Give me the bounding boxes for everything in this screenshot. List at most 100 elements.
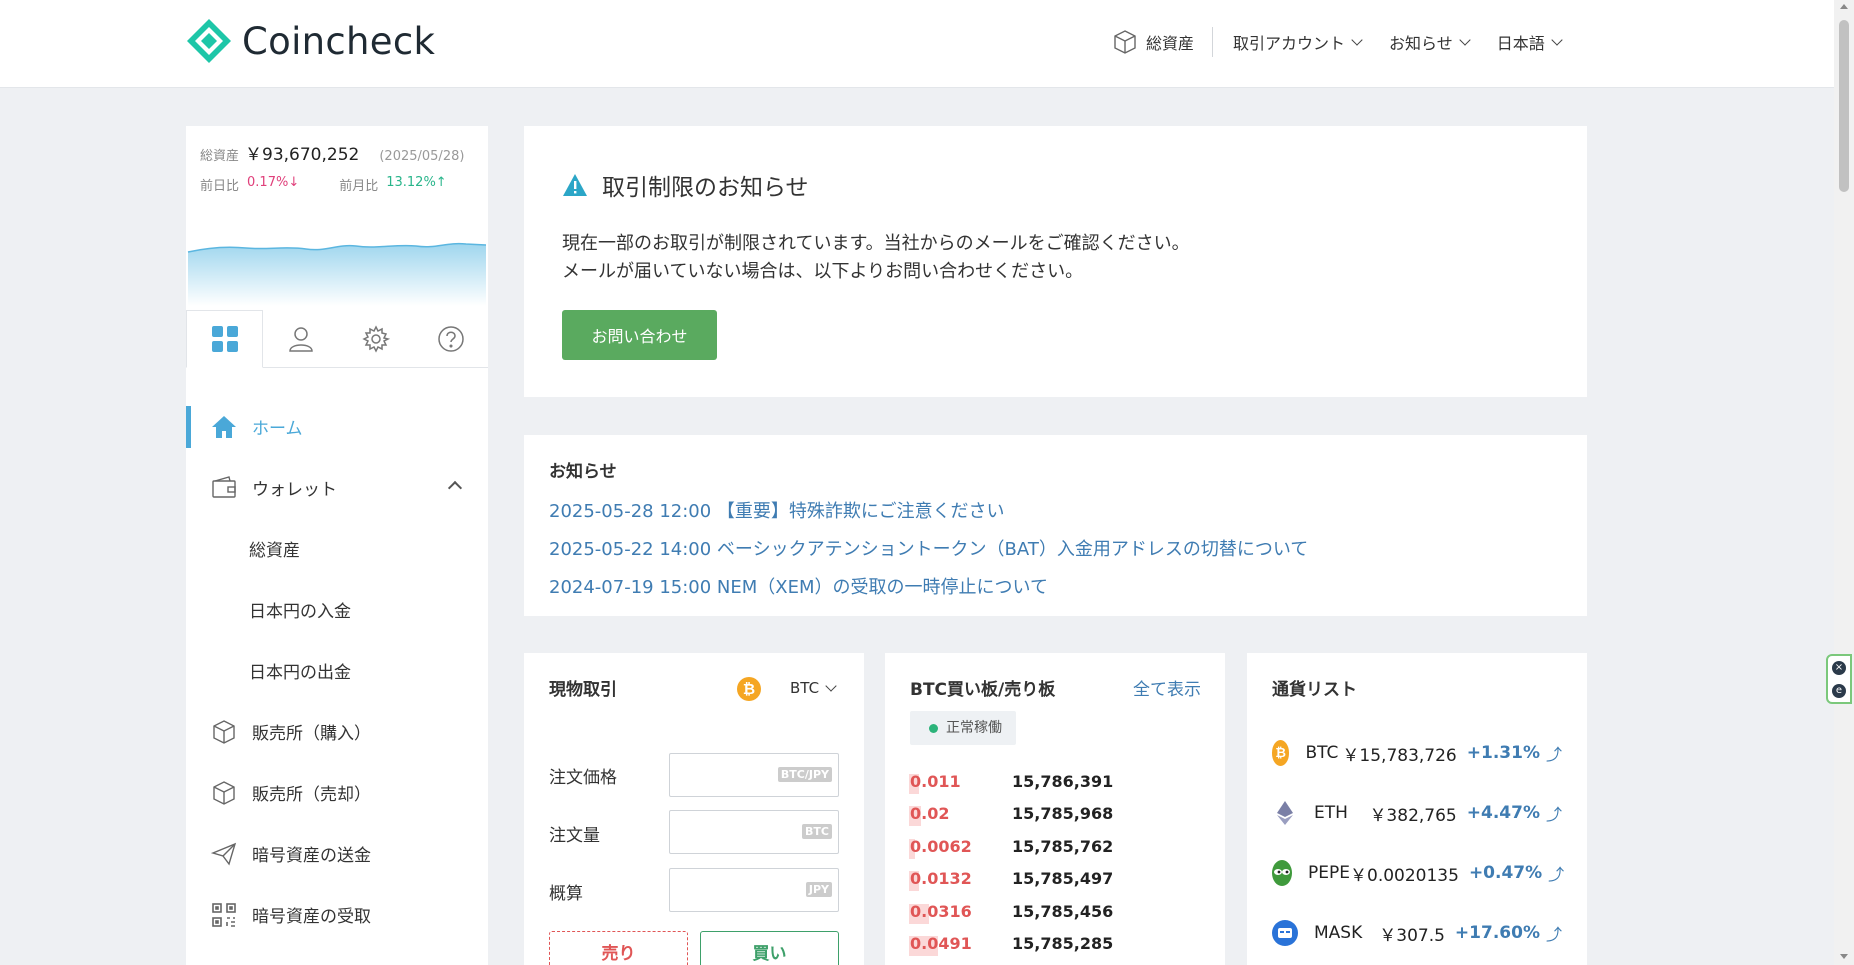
estimate-unit-tag: JPY — [805, 882, 832, 897]
nav-language[interactable]: 日本語 — [1496, 30, 1563, 54]
chevron-down-icon — [1551, 34, 1563, 46]
sell-button[interactable]: 売り — [549, 931, 688, 965]
coin-list-title: 通貨リスト — [1272, 680, 1357, 700]
top-nav: 総資産 取引アカウント お知らせ 日本語 — [1112, 24, 1563, 60]
nav-news[interactable]: お知らせ — [1389, 30, 1471, 54]
grid-icon — [211, 326, 238, 352]
sidebar-item-label: ホーム — [252, 419, 303, 439]
scroll-thumb[interactable] — [1839, 20, 1849, 192]
price-label: 注文価格 — [549, 768, 617, 788]
sidebar-item-label: 販売所（売却） — [252, 785, 371, 805]
sidebar-item-sell[interactable]: 販売所（売却） — [186, 762, 488, 823]
month-change-label: 前月比 — [339, 179, 379, 194]
coincheck-logo-icon — [187, 19, 231, 63]
sidebar-item-label: 日本円の入金 — [249, 602, 351, 622]
notice-body: 現在一部のお取引が制限されています。当社からのメールをご確認ください。 メールが… — [562, 230, 1190, 286]
buy-button[interactable]: 買い — [700, 931, 839, 965]
sidebar-item-label: 暗号資産の送金 — [252, 846, 371, 866]
coin-symbol: BTC — [1305, 743, 1339, 763]
page-scrollbar[interactable] — [1834, 0, 1854, 965]
sidebar-item-label: 暗号資産の受取 — [252, 907, 371, 927]
coin-change: +1.31% — [1466, 743, 1540, 763]
scroll-down-arrow-icon[interactable] — [1840, 954, 1848, 959]
order-qty: 0.02 — [910, 804, 950, 824]
order-price: 15,785,762 — [1012, 836, 1114, 856]
chevron-up-icon[interactable] — [447, 480, 463, 496]
sidebar-item-receive[interactable]: 暗号資産の受取 — [186, 884, 488, 945]
sidebar-item-send[interactable]: 暗号資産の送金 — [186, 823, 488, 884]
extension-icon[interactable]: e — [1832, 683, 1846, 698]
sidebar-item-home[interactable]: ホーム — [186, 396, 488, 457]
sidebar-item-wallet[interactable]: ウォレット — [186, 457, 488, 518]
sidebar: 総資産 ￥93,670,252 (2025/05/28) 前日比 0.17%↓ … — [186, 126, 488, 965]
order-book-row: 0.02 15,785,968 — [909, 798, 1113, 831]
summary-amount: ￥93,670,252 — [245, 145, 360, 165]
day-change-label: 前日比 — [200, 179, 240, 194]
coin-change: +4.47% — [1466, 803, 1540, 823]
brand-name: Coincheck — [242, 19, 436, 63]
order-qty: 0.0316 — [910, 901, 972, 921]
gear-icon — [361, 324, 390, 353]
coin-symbol: ETH — [1314, 803, 1348, 823]
amount-label: 注文量 — [549, 826, 600, 846]
brand-logo[interactable]: Coincheck — [186, 18, 435, 64]
coin-row[interactable]: ₿ BTC ￥15,783,726 +1.31% ⤴ — [1272, 723, 1562, 783]
news-item[interactable]: 2025-05-28 12:00 【重要】特殊詐欺にご注意ください — [549, 493, 1308, 531]
nav-total-assets[interactable]: 総資産 — [1112, 29, 1194, 55]
order-book-row: 0.0132 15,785,497 — [909, 863, 1113, 896]
coin-row[interactable]: ETH ￥382,765 +4.47% ⤴ — [1272, 783, 1562, 843]
month-change-value: 13.12%↑ — [386, 175, 447, 190]
order-price: 15,785,456 — [1012, 901, 1114, 921]
sidebar-tabs — [186, 310, 488, 368]
cube-icon — [210, 779, 238, 807]
order-book-row: 0.0316 15,785,456 — [909, 895, 1114, 928]
spot-trade-panel: 現物取引 ₿ BTC 注文価格 BTC/JPY 注文量 BTC 概算 JPY 売… — [524, 653, 864, 965]
sidebar-item-label: 日本円の出金 — [249, 663, 351, 683]
cube-icon — [210, 718, 238, 746]
close-icon[interactable]: × — [1832, 660, 1846, 675]
home-icon — [210, 413, 238, 441]
nav-divider — [1212, 27, 1214, 57]
scroll-up-arrow-icon[interactable] — [1840, 4, 1848, 9]
mask-icon — [1272, 920, 1298, 946]
show-all-link[interactable]: 全て表示 — [1133, 675, 1201, 700]
estimate-label: 概算 — [549, 884, 583, 904]
news-item[interactable]: 2025-05-22 14:00 ベーシックアテンショントークン（BAT）入金用… — [549, 531, 1308, 569]
trend-up-icon: ⤴ — [1548, 865, 1565, 884]
order-qty: 0.0132 — [910, 869, 972, 889]
news-item[interactable]: 2024-07-19 15:00 NEM（XEM）の受取の一時停止について — [549, 569, 1308, 607]
sidebar-item-label: 販売所（購入） — [252, 724, 371, 744]
top-header: Coincheck 総資産 取引アカウント お知らせ 日本語 — [0, 0, 1834, 88]
tab-dashboard[interactable] — [186, 310, 263, 368]
sidebar-item-total-assets[interactable]: 総資産 — [186, 518, 488, 579]
order-book-panel: BTC買い板/売り板 全て表示 正常稼働 0.011 15,786,391 0.… — [885, 653, 1225, 965]
day-change-value: 0.17%↓ — [247, 175, 300, 190]
sidebar-item-buy[interactable]: 販売所（購入） — [186, 701, 488, 762]
floating-extension-widget[interactable]: × e — [1826, 654, 1852, 704]
nav-language-label: 日本語 — [1496, 34, 1545, 53]
order-price: 15,786,391 — [1012, 771, 1114, 791]
tab-settings[interactable] — [338, 310, 413, 367]
nav-trading-account[interactable]: 取引アカウント — [1233, 30, 1363, 54]
warning-icon — [563, 174, 587, 196]
pair-select[interactable]: BTC — [790, 679, 837, 697]
qr-code-icon — [210, 901, 238, 929]
amount-input-box: BTC — [669, 810, 839, 854]
sidebar-item-jpy-deposit[interactable]: 日本円の入金 — [186, 579, 488, 640]
tab-account[interactable] — [263, 310, 338, 367]
estimate-input-box: JPY — [669, 868, 839, 912]
nav-trading-account-label: 取引アカウント — [1233, 34, 1346, 53]
notice-title: 取引制限のお知らせ — [602, 175, 809, 201]
tab-help[interactable] — [413, 310, 488, 367]
trend-up-icon: ⤴ — [1545, 925, 1562, 944]
sidebar-item-jpy-withdraw[interactable]: 日本円の出金 — [186, 640, 488, 701]
nav-total-assets-label: 総資産 — [1146, 34, 1195, 53]
contact-button[interactable]: お問い合わせ — [562, 310, 717, 360]
bitcoin-icon: ₿ — [737, 677, 761, 701]
order-book-row: 0.011 15,786,391 — [909, 765, 1114, 798]
coin-row[interactable]: MASK ￥307.5 +17.60% ⤴ — [1272, 903, 1562, 963]
coin-row[interactable]: PEPE ￥0.0020135 +0.47% ⤴ — [1272, 843, 1565, 903]
pepe-icon — [1272, 860, 1292, 886]
news-title: お知らせ — [549, 462, 617, 482]
sidebar-item-label: ウォレット — [252, 480, 337, 500]
